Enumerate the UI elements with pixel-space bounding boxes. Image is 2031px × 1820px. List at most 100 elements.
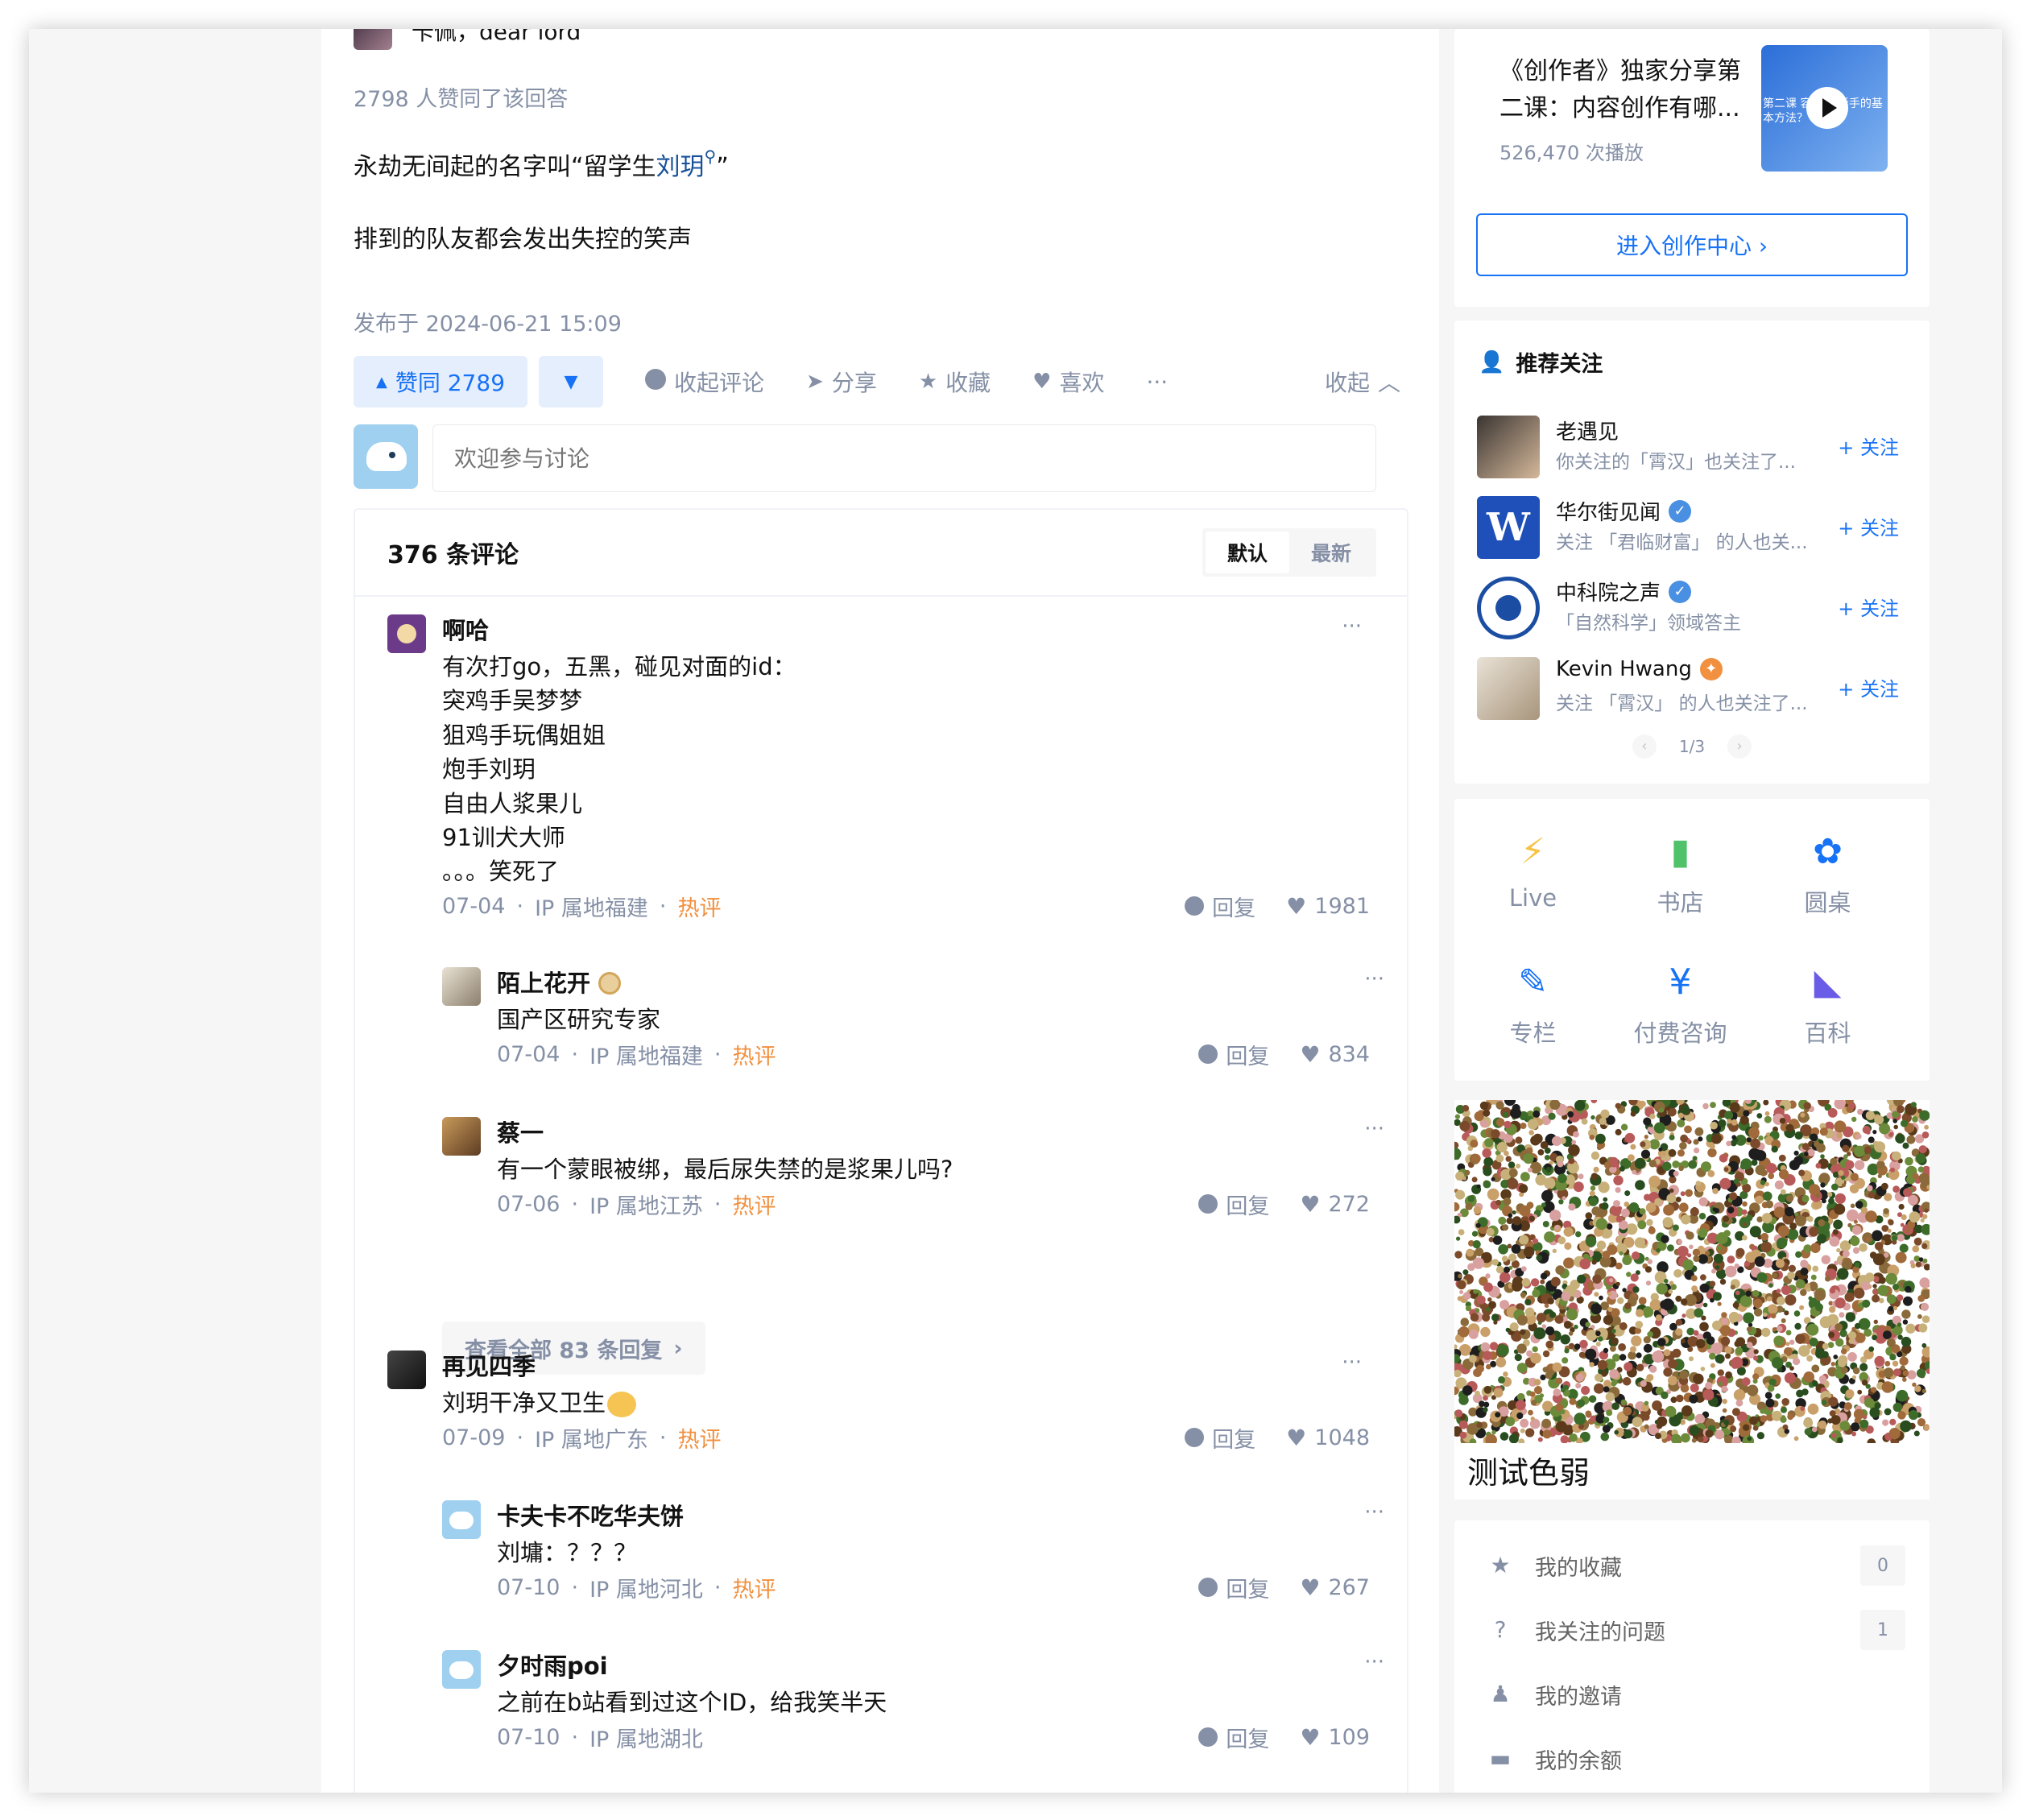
- reply-button[interactable]: 回复: [1198, 1572, 1269, 1603]
- comment-like-button[interactable]: ♥ 1981: [1286, 893, 1370, 920]
- commenter-name[interactable]: 蔡一: [497, 1117, 544, 1149]
- folder-icon: ◣: [1814, 962, 1842, 1003]
- my-invitations-link[interactable]: ♟ 我的邀请: [1487, 1675, 1905, 1714]
- comment-like-button[interactable]: ♥ 1048: [1286, 1425, 1370, 1451]
- sort-latest-tab[interactable]: 最新: [1289, 532, 1373, 573]
- entry-paid-consult[interactable]: ¥ 付费咨询: [1607, 958, 1754, 1049]
- sort-default-tab[interactable]: 默认: [1206, 532, 1289, 573]
- collect-button[interactable]: ★ 收藏: [919, 366, 991, 398]
- user-name[interactable]: 中科院之声 ✓: [1556, 577, 1692, 606]
- creator-video-title[interactable]: 《创作者》独家分享第二课：内容创作有哪...: [1499, 53, 1757, 127]
- reply-button[interactable]: 回复: [1198, 1039, 1269, 1070]
- ad-card[interactable]: 测试色弱: [1454, 1100, 1930, 1499]
- more-icon[interactable]: ···: [1364, 967, 1384, 991]
- like-button[interactable]: ♥ 喜欢: [1032, 366, 1104, 398]
- more-icon[interactable]: ···: [1342, 1351, 1362, 1375]
- reply-label: 回复: [1212, 896, 1256, 921]
- reply-button[interactable]: 回复: [1185, 1422, 1255, 1454]
- comment-like-button[interactable]: ♥ 267: [1300, 1574, 1370, 1601]
- hot-tag: 热评: [732, 1044, 776, 1069]
- follow-button[interactable]: + 关注: [1838, 593, 1899, 621]
- more-icon[interactable]: ···: [1342, 614, 1362, 639]
- more-icon[interactable]: ···: [1364, 1650, 1384, 1674]
- publish-time[interactable]: 发布于 2024-06-21 15:09: [354, 306, 622, 337]
- follow-button[interactable]: + 关注: [1838, 673, 1899, 701]
- more-actions-button[interactable]: ···: [1147, 369, 1169, 395]
- reply-button[interactable]: 回复: [1198, 1189, 1269, 1220]
- commenter-name[interactable]: 卡夫卡不吃华夫饼: [497, 1500, 684, 1533]
- comment-like-button[interactable]: ♥ 272: [1300, 1191, 1370, 1218]
- collapse-comments-button[interactable]: 收起评论: [645, 366, 764, 398]
- browser-window: 卡佩，dear lord 2798 人赞同了该回答 永劫无间起的名字叫“留学生刘…: [29, 29, 2002, 1793]
- comment-date: 07-10: [497, 1724, 560, 1750]
- entry-live[interactable]: ⚡ Live: [1459, 828, 1607, 912]
- comment-input[interactable]: [432, 424, 1376, 492]
- entry-roundtable[interactable]: ✿ 圆桌: [1754, 828, 1901, 918]
- collapse-label: 收起: [1324, 370, 1370, 396]
- commenter-avatar[interactable]: [387, 614, 426, 653]
- entry-wiki[interactable]: ◣ 百科: [1754, 958, 1901, 1049]
- search-link-liuyue[interactable]: 刘玥⚲: [656, 147, 717, 181]
- enter-creator-center-button[interactable]: 进入创作中心 ›: [1476, 213, 1908, 276]
- user-avatar[interactable]: [1477, 416, 1540, 478]
- user-avatar[interactable]: [1477, 657, 1540, 720]
- creator-card: 《创作者》独家分享第二课：内容创作有哪... 526,470 次播放 第二课 容…: [1454, 29, 1930, 307]
- commenter-name[interactable]: 再见四季: [442, 1351, 536, 1383]
- reply-button[interactable]: 回复: [1185, 891, 1255, 922]
- commenter-avatar[interactable]: [442, 967, 481, 1006]
- more-icon[interactable]: ···: [1364, 1117, 1384, 1141]
- heart-icon: ♥: [1300, 1723, 1321, 1751]
- author-name[interactable]: 卡佩，dear lord: [412, 29, 581, 47]
- recommend-user: Kevin Hwang ✦ 关注 「霄汉」 的人也关注了... + 关注: [1477, 657, 1912, 722]
- my-balance-link[interactable]: ▬ 我的余额: [1487, 1739, 1905, 1778]
- follow-button[interactable]: + 关注: [1838, 432, 1899, 460]
- commenter-avatar[interactable]: [442, 1500, 481, 1539]
- follow-button[interactable]: + 关注: [1838, 512, 1899, 540]
- add-user-icon: ♟: [1490, 1681, 1511, 1707]
- prev-page-icon[interactable]: ‹: [1632, 734, 1657, 759]
- user-name[interactable]: 老遇见: [1556, 416, 1619, 445]
- share-label: 分享: [831, 370, 877, 396]
- color-blind-test-image[interactable]: [1454, 1100, 1930, 1443]
- commenter-avatar[interactable]: [442, 1650, 481, 1689]
- downvote-button[interactable]: ▼: [539, 356, 604, 407]
- entry-bookstore[interactable]: ▮ 书店: [1607, 828, 1754, 918]
- play-icon[interactable]: [1806, 87, 1848, 129]
- comment-like-button[interactable]: ♥ 834: [1300, 1041, 1370, 1068]
- user-avatar[interactable]: W: [1477, 496, 1540, 559]
- like-label: 喜欢: [1059, 370, 1105, 396]
- user-avatar[interactable]: [1477, 577, 1540, 639]
- more-icon[interactable]: ···: [1364, 1500, 1384, 1524]
- upvote-button[interactable]: ▲ 赞同 2789: [354, 356, 528, 407]
- ad-caption[interactable]: 测试色弱: [1467, 1448, 1590, 1492]
- count-badge: 1: [1860, 1610, 1905, 1650]
- user-name[interactable]: 华尔街见闻 ✓: [1556, 496, 1692, 526]
- user-desc: 「自然科学」领域答主: [1556, 613, 1741, 634]
- commenter-name[interactable]: 夕时雨poi: [497, 1650, 608, 1682]
- commenter-name[interactable]: 陌上花开: [497, 967, 622, 999]
- next-page-icon[interactable]: ›: [1727, 734, 1752, 759]
- search-icon[interactable]: ⚲: [705, 147, 717, 166]
- answer-author[interactable]: 卡佩，dear lord: [354, 29, 581, 50]
- entries-card: ⚡ Live ▮ 书店 ✿ 圆桌 ✎ 专栏 ¥ 付费咨询 ◣ 百科: [1454, 799, 1930, 1081]
- user-name[interactable]: Kevin Hwang ✦: [1556, 657, 1723, 681]
- entry-column[interactable]: ✎ 专栏: [1459, 958, 1607, 1049]
- video-thumbnail[interactable]: 第二课 容创作 新手的基本方法？: [1761, 45, 1888, 172]
- my-collections-link[interactable]: ★ 我的收藏 0: [1487, 1545, 1905, 1586]
- recommend-user: 老遇见 你关注的「霄汉」也关注了... + 关注: [1477, 416, 1912, 480]
- user-desc: 你关注的「霄汉」也关注了...: [1556, 452, 1796, 473]
- comment-ip: IP 属地湖北: [589, 1727, 703, 1752]
- commenter-avatar[interactable]: [442, 1117, 481, 1156]
- share-button[interactable]: ➤ 分享: [806, 366, 877, 398]
- comment-ip: IP 属地福建: [535, 896, 648, 921]
- reply-button[interactable]: 回复: [1198, 1722, 1269, 1753]
- commenter-avatar[interactable]: [387, 1351, 426, 1389]
- recommend-user: 中科院之声 ✓ 「自然科学」领域答主 + 关注: [1477, 577, 1912, 641]
- commenter-name[interactable]: 啊哈: [442, 614, 489, 647]
- search-link-text[interactable]: 刘玥: [656, 153, 705, 181]
- collapse-answer-button[interactable]: 收起 ︿: [1325, 366, 1400, 398]
- comment-like-button[interactable]: ♥ 109: [1300, 1724, 1370, 1751]
- comment-meta: 07-10 · IP 属地湖北 回复 ♥ 109: [497, 1721, 1370, 1753]
- my-followed-questions-link[interactable]: ? 我关注的问题 1: [1487, 1610, 1905, 1650]
- author-avatar[interactable]: [354, 29, 392, 50]
